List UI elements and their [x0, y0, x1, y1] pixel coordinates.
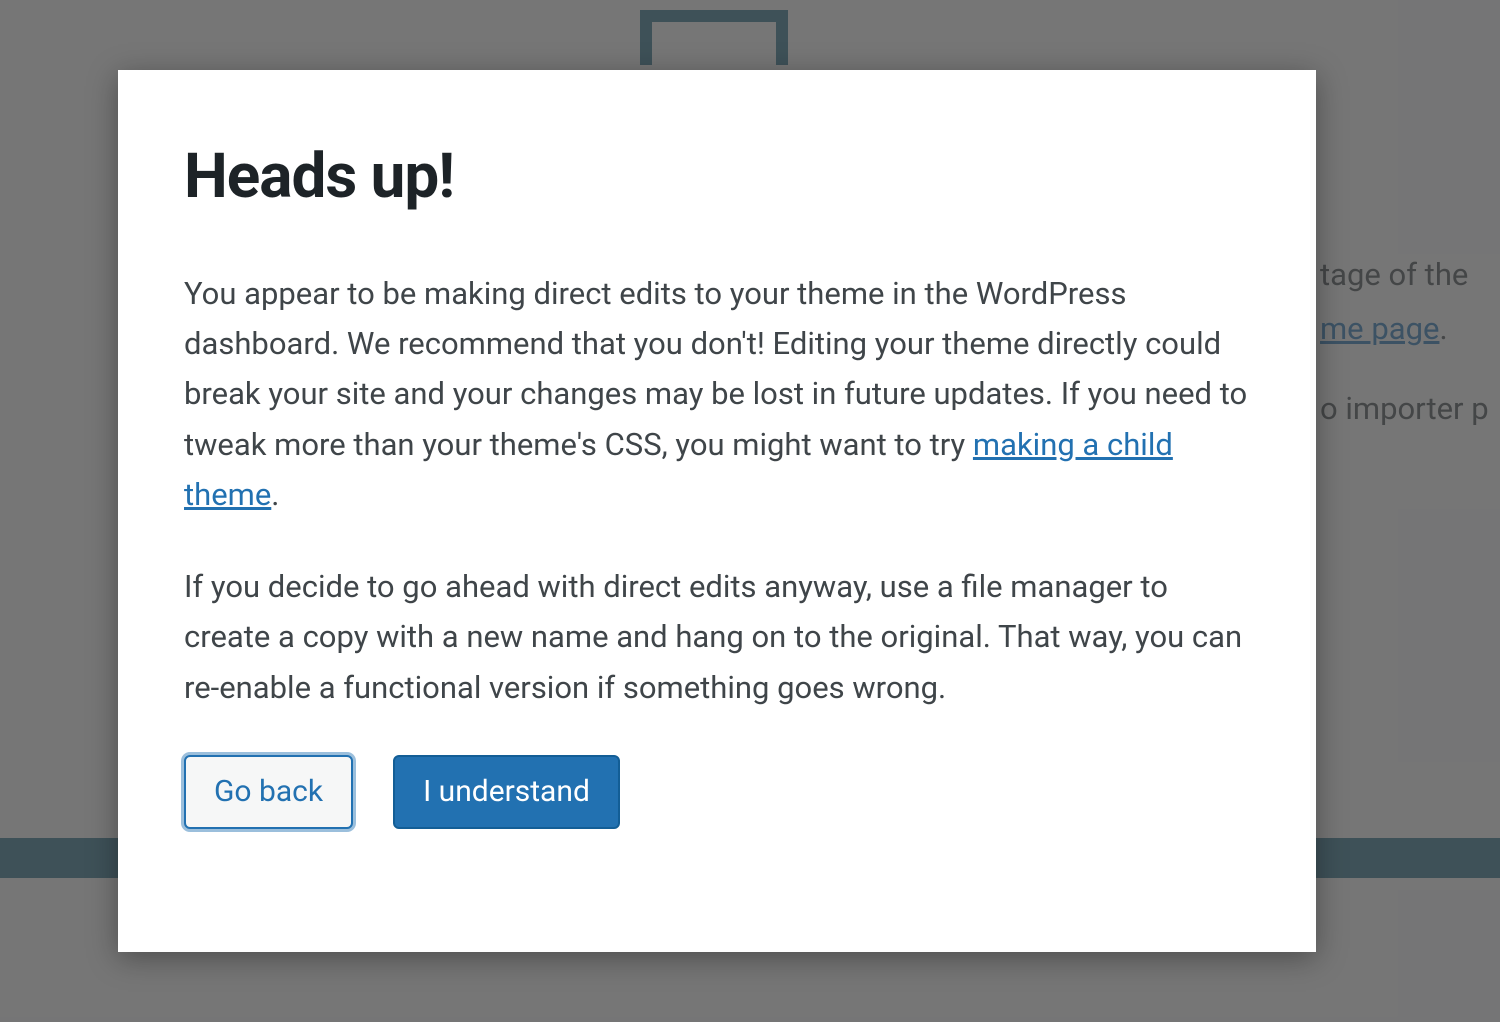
modal-paragraph-1-suffix: . [271, 476, 279, 513]
modal-title: Heads up! [184, 140, 1250, 213]
modal-paragraph-2: If you decide to go ahead with direct ed… [184, 562, 1250, 713]
modal-button-row: Go back I understand [184, 755, 1250, 829]
warning-modal: Heads up! You appear to be making direct… [118, 70, 1316, 952]
i-understand-button[interactable]: I understand [393, 755, 620, 829]
modal-paragraph-1: You appear to be making direct edits to … [184, 269, 1250, 520]
go-back-button[interactable]: Go back [184, 755, 353, 829]
